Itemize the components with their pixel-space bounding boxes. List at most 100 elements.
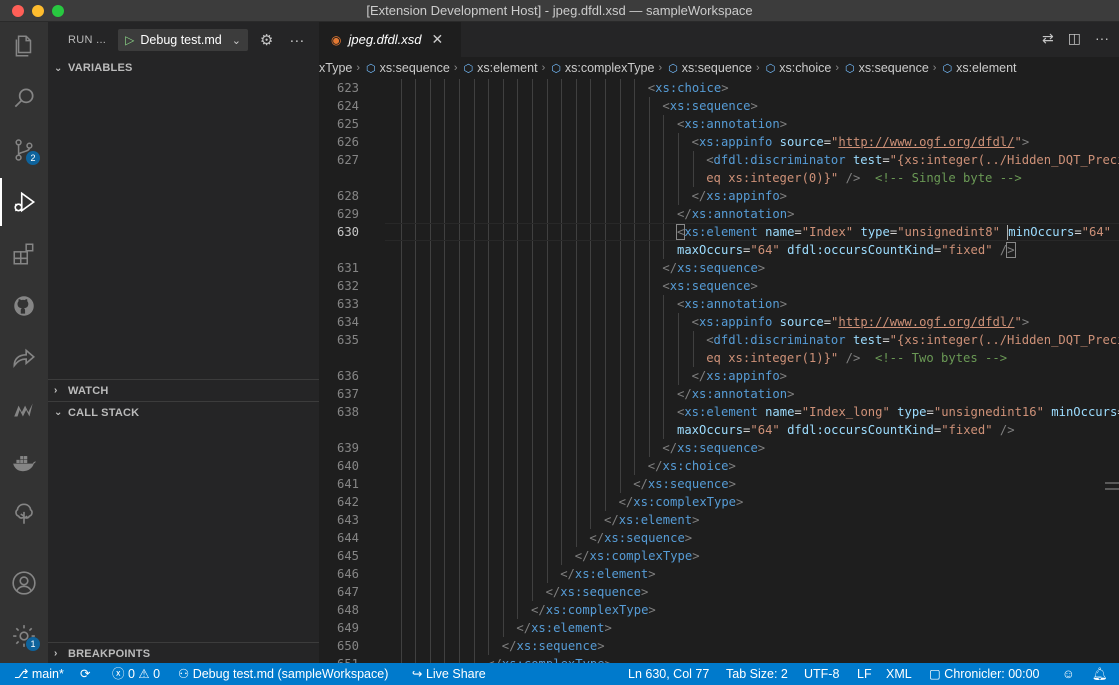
breadcrumb-item[interactable]: ⬡ xs:sequence › <box>364 61 461 75</box>
live-share-label: Live Share <box>425 667 486 681</box>
code-line[interactable]: 646 </xs:element> <box>319 565 1119 583</box>
breadcrumb-item[interactable]: ⬡ xs:complexType › <box>549 61 666 75</box>
gear-icon[interactable]: ⚙ <box>260 31 273 49</box>
code-text: eq xs:integer(0)}" /> <!-- Single byte -… <box>706 169 1022 187</box>
feedback-icon[interactable]: ☺ <box>1062 663 1075 685</box>
docker-icon[interactable] <box>0 438 48 486</box>
code-line[interactable]: 637 </xs:annotation> <box>319 385 1119 403</box>
code-line[interactable]: 636 </xs:appinfo> <box>319 367 1119 385</box>
files-icon[interactable] <box>0 22 48 70</box>
code-line[interactable]: maxOccurs="64" dfdl:occursCountKind="fix… <box>319 421 1119 439</box>
code-line[interactable]: 648 </xs:complexType> <box>319 601 1119 619</box>
code-line[interactable]: 651 </xs:complexType> <box>319 655 1119 663</box>
encoding[interactable]: UTF-8 <box>804 663 839 685</box>
code-line[interactable]: 633 <xs:annotation> <box>319 295 1119 313</box>
code-line[interactable]: 639 </xs:sequence> <box>319 439 1119 457</box>
code-line[interactable]: 647 </xs:sequence> <box>319 583 1119 601</box>
code-line[interactable]: 640 </xs:choice> <box>319 457 1119 475</box>
code-token: dfdl:occursCountKind <box>787 423 934 437</box>
code-text: <dfdl:discriminator test="{xs:integer(..… <box>706 151 1119 169</box>
code-line[interactable]: 643 </xs:element> <box>319 511 1119 529</box>
debug-config-label: Debug test.md <box>140 33 222 47</box>
more-actions-icon[interactable]: ··· <box>289 32 304 49</box>
live-share-status[interactable]: ↪ Live Share <box>412 663 486 685</box>
sync-icon[interactable]: ⟳ <box>80 663 90 685</box>
language-mode[interactable]: XML <box>886 663 912 685</box>
breadcrumb-item[interactable]: ⬡ xs:sequence › <box>666 61 763 75</box>
code-editor[interactable]: 623 <xs:choice> 624 <xs:sequence> 625 <xs:ann… <box>319 79 1119 663</box>
more-actions-icon[interactable]: ··· <box>1095 30 1109 47</box>
code-text: </xs:sequence> <box>662 439 765 457</box>
code-line[interactable]: 630 <xs:element name="Index" type="unsign… <box>319 223 1119 241</box>
code-line[interactable]: eq xs:integer(0)}" /> <!-- Single byte -… <box>319 169 1119 187</box>
code-line[interactable]: 644 </xs:sequence> <box>319 529 1119 547</box>
breakpoints-section-header[interactable]: › BREAKPOINTS <box>48 642 319 664</box>
debug-config-select[interactable]: ▷ Debug test.md ⌄ <box>118 29 248 51</box>
code-line[interactable]: eq xs:integer(1)}" /> <!-- Two bytes --> <box>319 349 1119 367</box>
line-number: 648 <box>336 603 359 617</box>
code-token: xs:annotation <box>691 387 788 401</box>
code-line[interactable]: 641 </xs:sequence> <box>319 475 1119 493</box>
account-icon[interactable] <box>0 559 48 607</box>
chronicler-status[interactable]: ▢ Chronicler: 00:00 <box>929 663 1040 685</box>
start-debugging-icon[interactable]: ▷ <box>125 33 134 47</box>
code-line[interactable]: 638 <xs:element name="Index_long" type="u… <box>319 403 1119 421</box>
window-title: [Extension Development Host] - jpeg.dfdl… <box>366 3 753 18</box>
code-line[interactable]: 650 </xs:sequence> <box>319 637 1119 655</box>
watch-section-header[interactable]: › WATCH <box>48 379 319 401</box>
line-number: 633 <box>336 297 359 311</box>
code-line[interactable]: maxOccurs="64" dfdl:occursCountKind="fix… <box>319 241 1119 259</box>
cursor-position[interactable]: Ln 630, Col 77 <box>628 663 709 685</box>
code-token: < <box>706 333 714 347</box>
open-changes-icon[interactable]: ⇄ <box>1042 30 1054 47</box>
tab-size[interactable]: Tab Size: 2 <box>726 663 788 685</box>
code-line[interactable]: 635 <dfdl:discriminator test="{xs:integer… <box>319 331 1119 349</box>
code-line[interactable]: 645 </xs:complexType> <box>319 547 1119 565</box>
source-control-icon[interactable]: 2 <box>0 126 48 174</box>
eol[interactable]: LF <box>857 663 872 685</box>
m-logo-icon[interactable] <box>0 386 48 434</box>
extensions-icon[interactable] <box>0 230 48 278</box>
search-icon[interactable] <box>0 74 48 122</box>
notifications-icon[interactable]: 🔔︎ <box>1092 663 1108 685</box>
code-token: = <box>794 225 802 239</box>
breadcrumb-item[interactable]: ⬡ xs:sequence › <box>843 61 940 75</box>
manage-gear-icon[interactable]: 1 <box>0 612 48 660</box>
code-token: <!-- Single byte --> <box>874 171 1022 185</box>
code-token: > <box>648 603 656 617</box>
variables-section-header[interactable]: ⌄ VARIABLES <box>48 57 319 79</box>
breadcrumb-item[interactable]: ⬡ xs:element › <box>462 61 550 75</box>
split-editor-icon[interactable]: ◫ <box>1068 30 1081 47</box>
code-line[interactable]: 629 </xs:annotation> <box>319 205 1119 223</box>
code-text: </xs:appinfo> <box>692 367 787 385</box>
branch-status[interactable]: ⎇ main* <box>14 663 64 685</box>
github-icon[interactable] <box>0 282 48 330</box>
tree-icon[interactable] <box>0 490 48 538</box>
code-line[interactable]: 649 </xs:element> <box>319 619 1119 637</box>
run-debug-icon[interactable] <box>0 178 48 226</box>
code-token: xs:complexType <box>633 495 737 509</box>
code-line[interactable]: 632 <xs:sequence> <box>319 277 1119 295</box>
code-line[interactable]: 623 <xs:choice> <box>319 79 1119 97</box>
breadcrumb-item[interactable]: ⬡ xs:choice › <box>764 61 843 75</box>
code-line[interactable]: 642 </xs:complexType> <box>319 493 1119 511</box>
scrollbar-marker[interactable] <box>1105 482 1119 498</box>
breadcrumb-item[interactable]: xType › <box>319 61 364 75</box>
line-number: 628 <box>336 189 359 203</box>
call-stack-section-header[interactable]: ⌄ CALL STACK <box>48 401 319 423</box>
code-line[interactable]: 624 <xs:sequence> <box>319 97 1119 115</box>
close-icon[interactable]: ✕ <box>431 31 443 48</box>
breadcrumb-label: xs:sequence <box>858 61 929 75</box>
breadcrumb-item[interactable]: ⬡ xs:element <box>940 61 1016 75</box>
debug-status[interactable]: ⚇ Debug test.md (sampleWorkspace) <box>178 663 388 685</box>
live-share-icon[interactable] <box>0 334 48 382</box>
code-line[interactable]: 625 <xs:annotation> <box>319 115 1119 133</box>
code-line[interactable]: 627 <dfdl:discriminator test="{xs:integer… <box>319 151 1119 169</box>
tab-jpeg-dfdl-xsd[interactable]: ◉ jpeg.dfdl.xsd ✕ <box>319 22 461 57</box>
code-line[interactable]: 628 </xs:appinfo> <box>319 187 1119 205</box>
symbol-icon: ⬡ <box>845 62 855 75</box>
code-line[interactable]: 634 <xs:appinfo source= "http://www.ogf.or… <box>319 313 1119 331</box>
problems-status[interactable]: ⓧ 0 ⚠ 0 <box>112 663 160 685</box>
code-line[interactable]: 626 <xs:appinfo source= "http://www.ogf.or… <box>319 133 1119 151</box>
code-line[interactable]: 631 </xs:sequence> <box>319 259 1119 277</box>
